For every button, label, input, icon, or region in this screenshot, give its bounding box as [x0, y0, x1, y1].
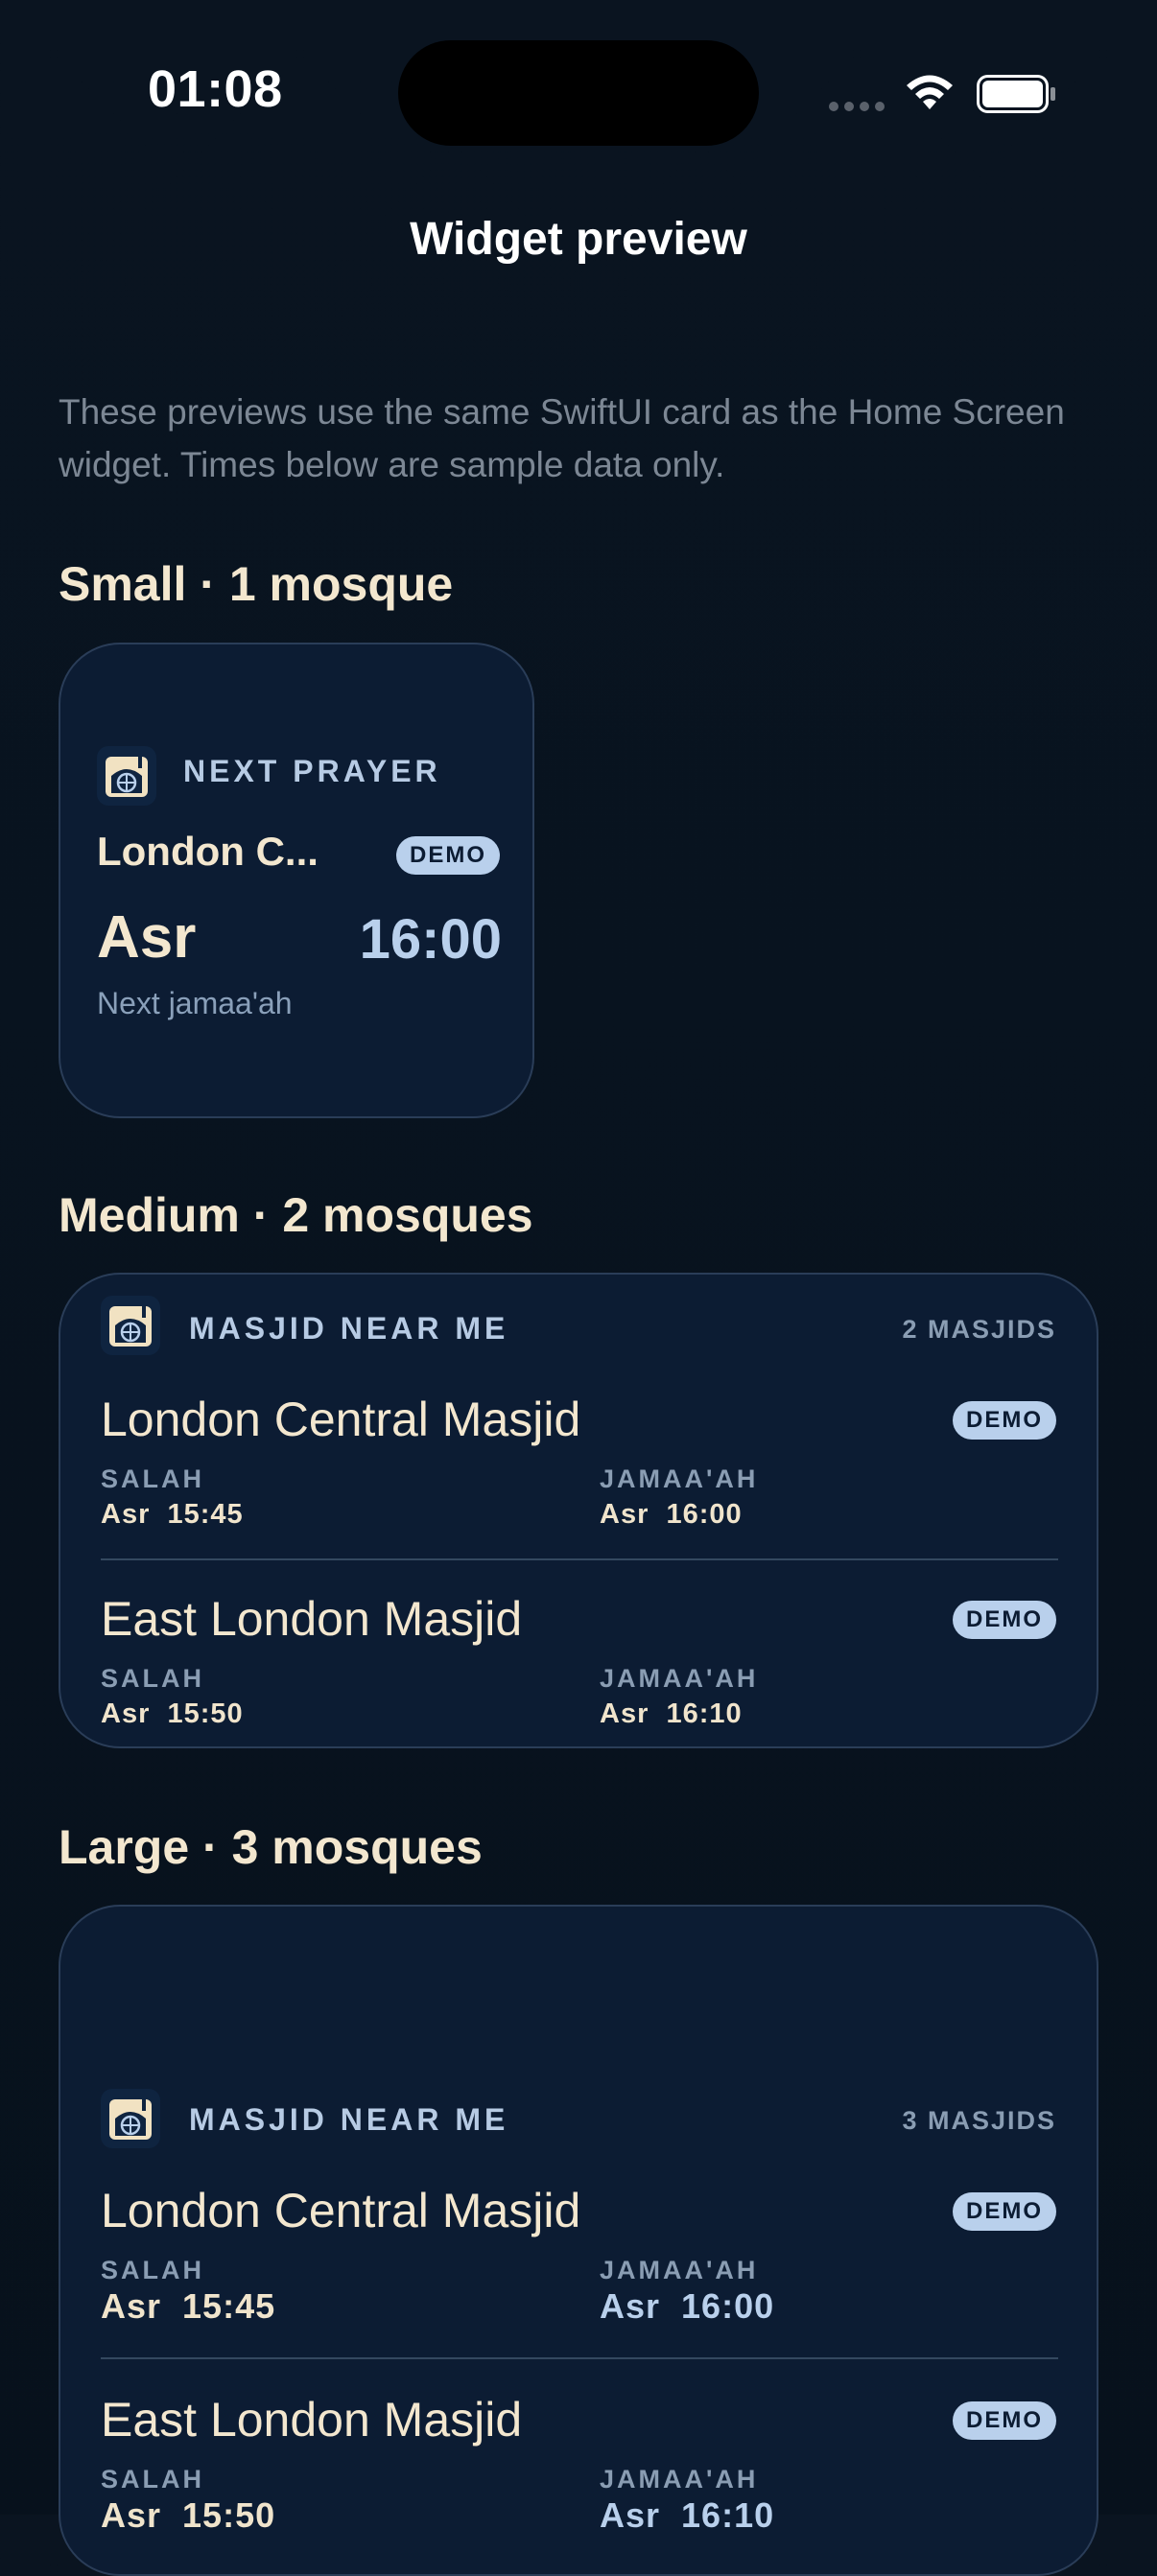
mosque-name: London Central Masjid: [101, 1393, 581, 1446]
status-time: 01:08: [148, 60, 283, 118]
salah-label: SALAH: [101, 1464, 204, 1493]
description-text: These previews use the same SwiftUI card…: [59, 392, 1065, 484]
battery-icon: [977, 75, 1055, 113]
small-prayer-name: Asr: [97, 904, 197, 971]
mosque-name: London Central Masjid: [101, 2184, 581, 2237]
salah-value: Asr 15:45: [101, 1499, 244, 1530]
demo-badge: DEMO: [953, 1401, 1056, 1440]
mosque-logo-icon: [101, 2089, 160, 2148]
demo-badge: DEMO: [953, 2401, 1056, 2440]
section-title-small: Small · 1 mosque: [59, 557, 454, 611]
mosque-name: East London Masjid: [101, 1592, 523, 1646]
jamaah-value: Asr 16:10: [600, 1698, 743, 1729]
cellular-signal-icon: [829, 100, 886, 113]
demo-badge: DEMO: [396, 836, 500, 875]
jamaah-value: Asr 16:00: [600, 1499, 743, 1530]
row-divider: [101, 2357, 1058, 2359]
salah-label: SALAH: [101, 2256, 204, 2284]
dynamic-island: [398, 40, 759, 146]
jamaah-value: Asr 16:10: [600, 2495, 775, 2535]
section-title-large: Large · 3 mosques: [59, 1820, 483, 1874]
wifi-icon: [907, 75, 953, 109]
demo-badge: DEMO: [953, 2192, 1056, 2231]
jamaah-value: Asr 16:00: [600, 2286, 775, 2326]
small-prayer-time: 16:00: [359, 908, 502, 971]
section-title-medium: Medium · 2 mosques: [59, 1188, 533, 1242]
mosque-logo-icon: [101, 1296, 160, 1355]
salah-value: Asr 15:45: [101, 2286, 276, 2326]
large-kicker: MASJID NEAR ME: [189, 2102, 509, 2137]
row-divider: [101, 1558, 1058, 1560]
jamaah-label: JAMAA'AH: [600, 2256, 759, 2284]
medium-kicker: MASJID NEAR ME: [189, 1311, 509, 1346]
salah-label: SALAH: [101, 1664, 204, 1693]
mosque-name: East London Masjid: [101, 2393, 523, 2447]
small-widget-card[interactable]: NEXT PRAYER London C... DEMO Asr 16:00 N…: [59, 643, 534, 1118]
small-caption: Next jamaa'ah: [97, 986, 293, 1020]
jamaah-label: JAMAA'AH: [600, 1464, 759, 1493]
large-widget-card[interactable]: MASJID NEAR ME 3 MASJIDS London Central …: [59, 1905, 1098, 2576]
page-title: Widget preview: [410, 214, 747, 265]
salah-value: Asr 15:50: [101, 1698, 244, 1729]
large-count: 3 MASJIDS: [902, 2106, 1056, 2135]
salah-label: SALAH: [101, 2465, 204, 2494]
medium-count: 2 MASJIDS: [902, 1315, 1056, 1344]
jamaah-label: JAMAA'AH: [600, 1664, 759, 1693]
salah-value: Asr 15:50: [101, 2495, 276, 2535]
small-mosque-name: London C...: [97, 829, 319, 874]
medium-widget-card[interactable]: MASJID NEAR ME 2 MASJIDS London Central …: [59, 1273, 1098, 1748]
mosque-logo-icon: [97, 746, 156, 806]
small-kicker: NEXT PRAYER: [183, 754, 441, 788]
jamaah-label: JAMAA'AH: [600, 2465, 759, 2494]
demo-badge: DEMO: [953, 1601, 1056, 1639]
